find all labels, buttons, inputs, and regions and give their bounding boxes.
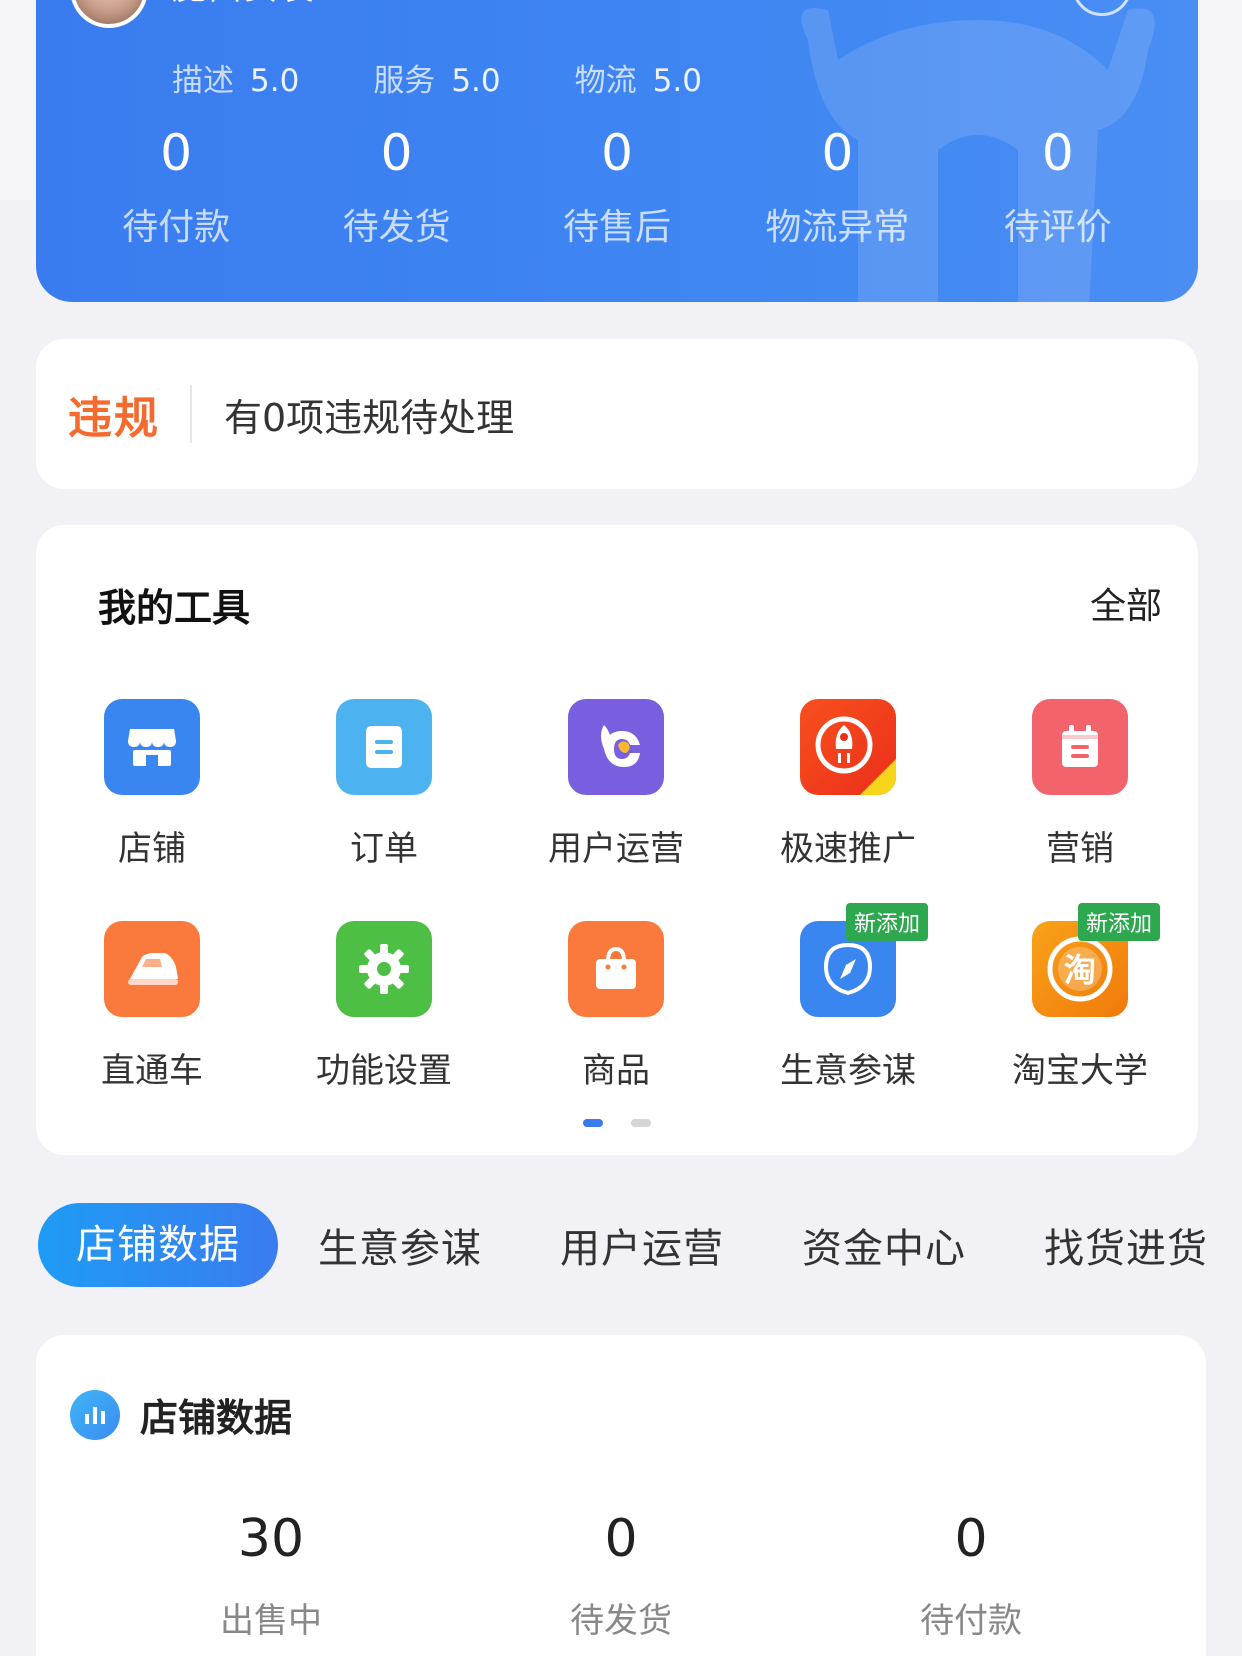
- violation-text: 有0项违规待处理: [224, 395, 515, 440]
- rocket-icon: [800, 699, 896, 795]
- stat-pending-review[interactable]: 0 待评价: [958, 128, 1158, 250]
- tool-user-ops[interactable]: 用户运营: [500, 699, 732, 870]
- tool-label: 极速推广: [780, 829, 916, 869]
- tool-label: 直通车: [101, 1051, 203, 1091]
- stat-value: 0: [160, 124, 193, 182]
- tool-business-advisor[interactable]: 新添加 生意参谋: [732, 903, 964, 1092]
- stat-value: 0: [1041, 124, 1074, 182]
- tab-user-ops[interactable]: 用户运营: [560, 1216, 724, 1274]
- shop-name: 魔西女装: [172, 0, 316, 9]
- stat-pending-payment[interactable]: 0 待付款: [841, 1513, 1101, 1642]
- order-stats: 0 待付款 0 待发货 0 待售后 0 物流异常 0 待评价: [36, 128, 1198, 250]
- stat-pending-shipment[interactable]: 0 待发货: [297, 128, 497, 250]
- stat-label: 物流异常: [765, 207, 910, 248]
- rating-value: 5.0: [451, 63, 501, 99]
- violation-tag: 违规: [68, 393, 160, 444]
- tool-order[interactable]: 订单: [268, 699, 500, 870]
- stat-logistics-exception[interactable]: 0 物流异常: [737, 128, 937, 250]
- stat-value: 30: [237, 1509, 305, 1569]
- store-icon: [104, 699, 200, 795]
- store-data-header: 店铺数据: [70, 1387, 292, 1442]
- calendar-icon: [1032, 699, 1128, 795]
- stat-pending-shipment[interactable]: 0 待发货: [491, 1513, 751, 1642]
- tool-label: 生意参谋: [780, 1051, 916, 1091]
- stat-label: 出售中: [220, 1601, 322, 1641]
- stat-label: 待售后: [562, 207, 671, 248]
- rating-description: 描述 5.0: [172, 55, 299, 100]
- tool-label: 店铺: [118, 829, 186, 869]
- tool-label: 营销: [1046, 829, 1114, 869]
- user-ops-icon: [568, 699, 664, 795]
- violation-card[interactable]: 违规 有0项违规待处理: [36, 339, 1198, 489]
- rating-label: 服务: [373, 63, 436, 99]
- tool-taobao-university[interactable]: 淘 新添加 淘宝大学: [964, 903, 1196, 1092]
- tab-business-advisor[interactable]: 生意参谋: [318, 1216, 482, 1274]
- rating-logistics: 物流 5.0: [575, 55, 702, 100]
- store-data-card: 店铺数据 30 出售中 0 待发货 0 待付款: [36, 1335, 1206, 1656]
- rating-label: 物流: [574, 63, 637, 99]
- tool-marketing[interactable]: 营销: [964, 699, 1196, 870]
- store-data-stats: 30 出售中 0 待发货 0 待付款: [36, 1513, 1206, 1642]
- page-dot: [631, 1119, 651, 1127]
- stat-value: 0: [380, 124, 413, 182]
- shop-avatar[interactable]: [70, 0, 148, 28]
- divider: [190, 385, 192, 443]
- tool-settings[interactable]: 功能设置: [268, 921, 500, 1092]
- rating-label: 描述: [172, 63, 234, 99]
- page-indicator: [36, 1119, 1198, 1127]
- compass-icon: 新添加: [800, 903, 928, 1017]
- stat-label: 待评价: [1003, 207, 1112, 248]
- rating-value: 5.0: [652, 63, 702, 99]
- stat-value: 0: [604, 1509, 638, 1569]
- store-data-title: 店铺数据: [140, 1396, 293, 1440]
- stat-value: 0: [954, 1509, 988, 1569]
- rating-service: 服务 5.0: [373, 55, 500, 100]
- stat-label: 待付款: [122, 207, 231, 248]
- new-badge: 新添加: [1077, 903, 1160, 941]
- stat-pending-payment[interactable]: 0 待付款: [76, 128, 276, 250]
- close-icon: ✕: [1089, 0, 1114, 4]
- stat-label: 待发货: [342, 207, 451, 248]
- gear-icon: [336, 921, 432, 1017]
- tool-label: 用户运营: [548, 829, 684, 869]
- tab-sourcing[interactable]: 找货进货: [1044, 1216, 1208, 1274]
- tool-rocket-promo[interactable]: 极速推广: [732, 699, 964, 870]
- stat-label: 待发货: [570, 1601, 672, 1641]
- tools-all-link[interactable]: 全部: [1090, 577, 1162, 629]
- data-tabs: 店铺数据 生意参谋 用户运营 资金中心 找货进货: [38, 1203, 1242, 1287]
- stat-value: 0: [601, 124, 633, 182]
- order-icon: [336, 699, 432, 795]
- taobao-icon: 淘 新添加: [1032, 903, 1160, 1017]
- tab-fund-center[interactable]: 资金中心: [802, 1216, 966, 1274]
- rating-value: 5.0: [250, 63, 300, 99]
- stat-value: 0: [821, 124, 854, 182]
- tool-label: 淘宝大学: [1012, 1051, 1148, 1091]
- tool-label: 商品: [582, 1051, 650, 1091]
- svg-text:淘: 淘: [1064, 951, 1096, 989]
- bar-chart-icon: [70, 1389, 120, 1440]
- tools-title: 我的工具: [98, 586, 251, 630]
- tool-label: 订单: [350, 829, 418, 869]
- stat-on-sale[interactable]: 30 出售中: [141, 1513, 401, 1642]
- bag-icon: [568, 921, 664, 1017]
- my-tools-card: 我的工具 全部 店铺 订单 用户运营 极速推广 营销 直通车 功能设置 商品 新…: [36, 525, 1198, 1155]
- tab-store-data[interactable]: 店铺数据: [38, 1203, 278, 1287]
- shop-header-card: 魔西女装 ✕ 描述 5.0 服务 5.0 物流 5.0 0待付款 0待发货 0待售后 …: [36, 0, 1198, 302]
- tool-through-train[interactable]: 直通车: [36, 921, 268, 1092]
- stat-label: 待付款: [920, 1601, 1022, 1641]
- tool-label: 功能设置: [316, 1051, 452, 1091]
- shop-ratings: 描述 5.0 服务 5.0 物流 5.0: [172, 55, 702, 100]
- train-icon: [104, 921, 200, 1017]
- new-badge: 新添加: [845, 903, 928, 941]
- tool-store[interactable]: 店铺: [36, 699, 268, 870]
- stat-after-sales[interactable]: 0 待售后: [517, 128, 717, 250]
- tool-products[interactable]: 商品: [500, 921, 732, 1092]
- page-dot-active: [583, 1119, 603, 1127]
